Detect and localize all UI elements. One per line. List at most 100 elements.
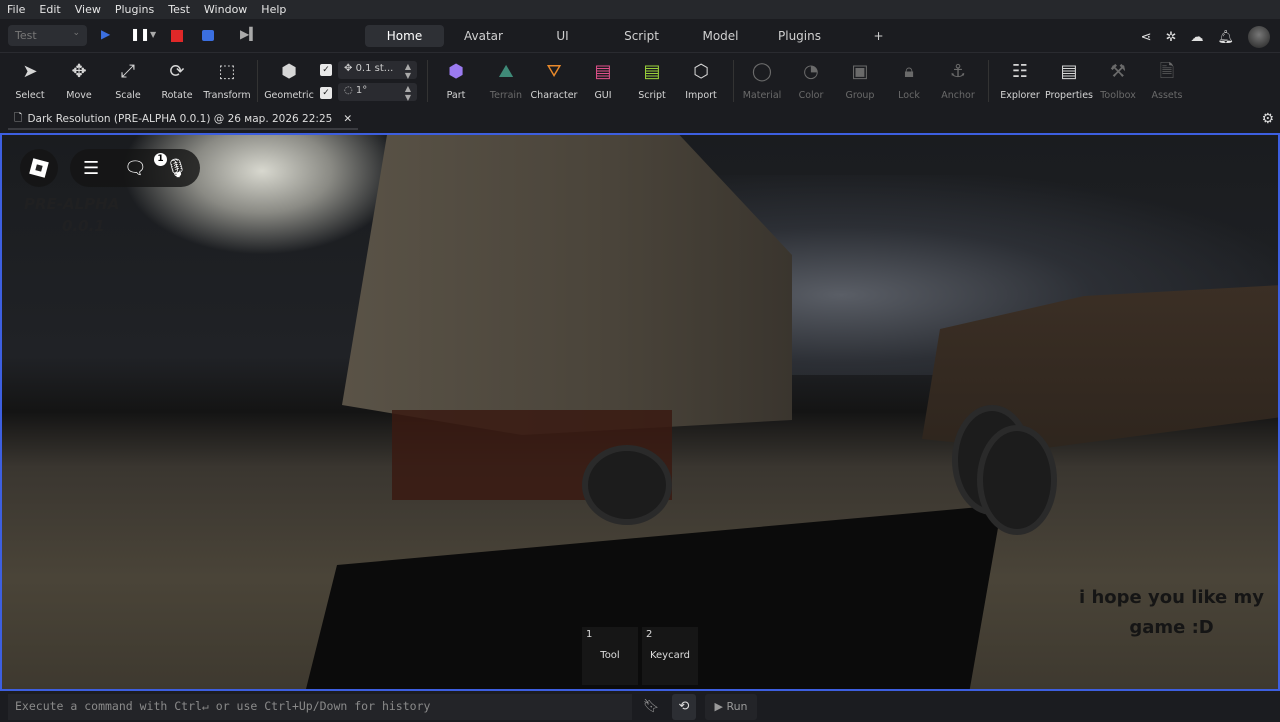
share-icon[interactable]: ⋖ bbox=[1141, 30, 1152, 45]
menu-view[interactable]: View bbox=[75, 3, 101, 16]
gui-label: GUI bbox=[594, 90, 612, 101]
tab-model[interactable]: Model bbox=[681, 25, 760, 47]
message-line-1: i hope you like my bbox=[1079, 587, 1264, 608]
rotate-label: Rotate bbox=[161, 90, 193, 101]
wheel bbox=[977, 425, 1057, 535]
lock-label: Lock bbox=[898, 90, 920, 101]
tab-home[interactable]: Home bbox=[365, 25, 444, 47]
message-line-2: game :D bbox=[1129, 617, 1214, 638]
toolbox-icon: ⚒ bbox=[1109, 61, 1127, 82]
collaborate-icon[interactable]: ✲ bbox=[1166, 30, 1177, 45]
character-icon: ⛛ bbox=[546, 61, 562, 82]
menu-window[interactable]: Window bbox=[204, 3, 247, 16]
pause-icon[interactable]: ❚❚ bbox=[130, 27, 150, 41]
group-button[interactable]: ▣ Group bbox=[835, 60, 885, 101]
ingame-message: i hope you like my game :D bbox=[1079, 583, 1264, 643]
script-button[interactable]: ▤ Script bbox=[627, 60, 677, 101]
chevron-down-icon: ⌄ bbox=[72, 28, 80, 38]
spinner-icon[interactable]: ▲ ▼ bbox=[405, 62, 411, 80]
part-button[interactable]: ⬢ Part bbox=[431, 60, 481, 101]
move-button[interactable]: ✥ Move bbox=[54, 60, 104, 101]
move-icon: ✥ bbox=[71, 61, 87, 82]
roblox-menu-button[interactable] bbox=[20, 149, 58, 187]
menu-help[interactable]: Help bbox=[261, 3, 286, 16]
toolbox-label: Toolbox bbox=[1100, 90, 1136, 101]
wheel bbox=[582, 445, 672, 525]
document-tab[interactable]: 🗋 Dark Resolution (PRE-ALPHA 0.0.1) @ 26 … bbox=[8, 110, 359, 130]
close-icon[interactable]: ✕ bbox=[343, 113, 352, 125]
command-placeholder: Execute a command with Ctrl↵ or use Ctrl… bbox=[15, 699, 431, 713]
geometric-button[interactable]: ⬢ Geometric bbox=[264, 60, 314, 101]
tab-add[interactable]: + bbox=[839, 25, 918, 47]
anchor-button[interactable]: ⚓︎ Anchor bbox=[933, 60, 983, 101]
rotate-step-field[interactable]: ◌ 1° ▲ ▼ bbox=[338, 83, 417, 102]
assets-button[interactable]: 🗎 Assets bbox=[1142, 60, 1192, 101]
scale-button[interactable]: ⤢ Scale bbox=[103, 60, 153, 101]
stop-icon[interactable] bbox=[171, 30, 183, 42]
menu-test[interactable]: Test bbox=[168, 3, 190, 16]
client-server-icon[interactable] bbox=[202, 30, 214, 41]
chat-icon[interactable]: 🗨︎ bbox=[124, 158, 147, 179]
lock-icon: 🔒︎ bbox=[904, 61, 914, 82]
import-button[interactable]: ⬡ Import bbox=[676, 60, 726, 101]
avatar[interactable] bbox=[1248, 26, 1270, 48]
document-tab-title: Dark Resolution (PRE-ALPHA 0.0.1) @ 26 м… bbox=[27, 113, 333, 125]
tab-ui[interactable]: UI bbox=[523, 25, 602, 47]
color-button[interactable]: ◔ Color bbox=[786, 60, 836, 101]
menu-plugins[interactable]: Plugins bbox=[115, 3, 154, 16]
lock-button[interactable]: 🔒︎ Lock bbox=[884, 60, 934, 101]
hotbar-slot-keycard[interactable]: 2 Keycard bbox=[642, 627, 698, 685]
explorer-button[interactable]: ☷ Explorer bbox=[995, 60, 1045, 101]
properties-icon: ▤ bbox=[1060, 61, 1078, 82]
rotate-snap-checkbox[interactable]: ✓ bbox=[320, 87, 332, 99]
move-snap-checkbox[interactable]: ✓ bbox=[320, 64, 332, 76]
transform-button[interactable]: ⬚ Transform bbox=[202, 60, 252, 101]
run-button[interactable]: ▶ Run bbox=[705, 694, 757, 720]
bell-icon[interactable]: 🔔︎ bbox=[1217, 30, 1234, 45]
command-input[interactable]: Execute a command with Ctrl↵ or use Ctrl… bbox=[8, 694, 632, 720]
properties-button[interactable]: ▤ Properties bbox=[1044, 60, 1094, 101]
group-label: Group bbox=[845, 90, 875, 101]
game-viewport[interactable]: PRE-ALPHA 0.0.1 ☰ 🗨︎ 1 🎙︎ 1 Tool 2 Keycard… bbox=[0, 133, 1280, 691]
tab-plugins[interactable]: Plugins bbox=[760, 25, 839, 47]
hamburger-menu-icon[interactable]: ☰ bbox=[83, 158, 99, 179]
test-mode-select[interactable]: Test ⌄ bbox=[8, 25, 87, 46]
toolbox-button[interactable]: ⚒ Toolbox bbox=[1093, 60, 1143, 101]
chevron-down-icon[interactable]: ▼ bbox=[150, 30, 156, 39]
rotate-button[interactable]: ⟳ Rotate bbox=[152, 60, 202, 101]
history-icon[interactable]: ⟲ bbox=[672, 694, 696, 720]
select-label: Select bbox=[15, 90, 45, 101]
gui-button[interactable]: ▤ GUI bbox=[578, 60, 628, 101]
move-label: Move bbox=[66, 90, 92, 101]
slot-number: 2 bbox=[646, 629, 653, 640]
explorer-icon: ☷ bbox=[1011, 61, 1029, 82]
tab-avatar[interactable]: Avatar bbox=[444, 25, 523, 47]
menu-edit[interactable]: Edit bbox=[39, 3, 60, 16]
material-button[interactable]: ◯ Material bbox=[737, 60, 787, 101]
transform-label: Transform bbox=[203, 90, 251, 101]
move-step-field[interactable]: ✥ 0.1 st... ▲ ▼ bbox=[338, 61, 417, 80]
bookmark-icon[interactable]: 🔖︎ bbox=[640, 694, 662, 720]
tab-script[interactable]: Script bbox=[602, 25, 681, 47]
group-icon: ▣ bbox=[851, 61, 869, 82]
document-icon: 🗋 bbox=[14, 112, 23, 124]
roblox-logo-icon bbox=[29, 158, 49, 178]
gear-icon[interactable]: ⚙ bbox=[1261, 111, 1274, 127]
character-button[interactable]: ⛛ Character bbox=[529, 60, 579, 101]
play-icon[interactable]: ▶ bbox=[101, 27, 110, 41]
select-button[interactable]: ➤ Select bbox=[5, 60, 55, 101]
step-icon[interactable]: ▶▍ bbox=[240, 27, 258, 41]
cloud-icon[interactable]: ☁ bbox=[1190, 30, 1203, 45]
slot-label: Keycard bbox=[649, 650, 691, 661]
spinner-icon[interactable]: ▲ ▼ bbox=[405, 84, 411, 102]
script-label: Script bbox=[638, 90, 666, 101]
mic-muted-icon[interactable]: 🎙︎ bbox=[165, 158, 188, 179]
hotbar-slot-tool[interactable]: 1 Tool bbox=[582, 627, 638, 685]
part-label: Part bbox=[446, 90, 466, 101]
terrain-button[interactable]: ⛰ Terrain bbox=[481, 60, 531, 101]
anchor-label: Anchor bbox=[941, 90, 975, 101]
topbar-controls: ☰ 🗨︎ 1 🎙︎ bbox=[70, 149, 200, 187]
menu-file[interactable]: File bbox=[7, 3, 25, 16]
roblox-topbar: ☰ 🗨︎ 1 🎙︎ bbox=[20, 149, 200, 187]
character-label: Character bbox=[530, 90, 578, 101]
